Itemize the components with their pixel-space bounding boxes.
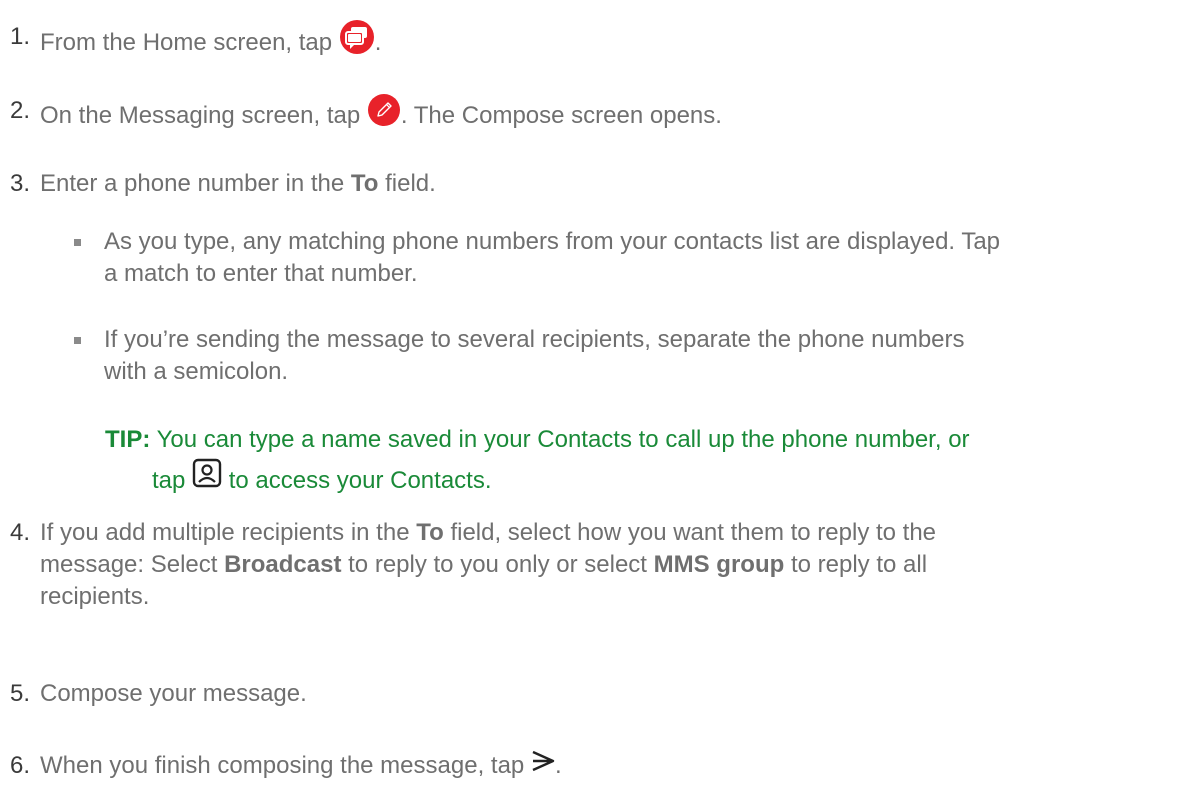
step-text: Compose your message. [40, 680, 307, 707]
bullet-marker [74, 239, 81, 246]
contacts-icon [192, 458, 222, 501]
step-number: 4. [10, 519, 31, 546]
step-number: 5. [10, 680, 31, 707]
broadcast-label: Broadcast [224, 551, 342, 578]
step-number: 2. [10, 97, 31, 124]
step-text: From the Home screen, tap [40, 28, 333, 56]
step-text: On the Messaging screen, tap [40, 101, 361, 129]
compose-pencil-icon [367, 93, 401, 136]
bullet-marker [74, 337, 81, 344]
step-number: 6. [10, 752, 31, 779]
step-text: Enter a phone number in the [40, 170, 345, 197]
to-field-label: To [416, 519, 444, 546]
instructions-page: 1. From the Home screen, tap . 2. On the… [0, 0, 1200, 796]
to-field-label: To [350, 170, 379, 197]
step-number: 3. [10, 170, 31, 197]
tip-label: TIP: [105, 426, 151, 453]
send-arrow-icon [531, 749, 555, 781]
step-number: 1. [10, 23, 31, 50]
mms-group-label: MMS group [653, 551, 785, 578]
messaging-app-icon [339, 19, 375, 64]
step-text: When you finish composing the message, t… [40, 752, 525, 779]
tip-note: TIP: You can type a name saved in your C… [105, 420, 1185, 503]
